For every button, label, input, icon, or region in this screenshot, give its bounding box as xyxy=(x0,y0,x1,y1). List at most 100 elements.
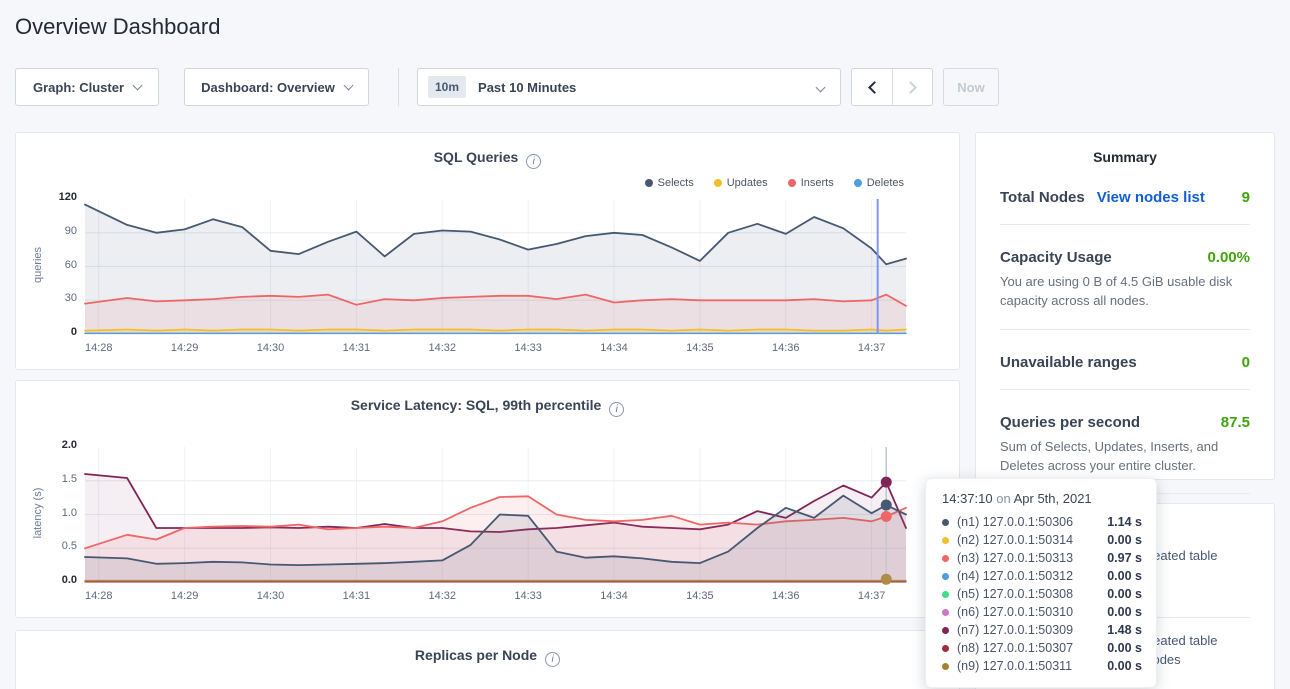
tooltip-node: (n2) 127.0.0.1:50314 xyxy=(957,533,1101,547)
time-range-badge: 10m xyxy=(428,76,466,98)
chevron-down-icon xyxy=(133,80,143,90)
dashboard-dropdown-label: Dashboard: Overview xyxy=(201,80,335,95)
node-color-dot xyxy=(942,519,949,526)
tooltip-value: 0.00 s xyxy=(1107,587,1142,601)
tooltip-node: (n4) 127.0.0.1:50312 xyxy=(957,569,1101,583)
chevron-down-icon xyxy=(816,83,826,93)
x-axis-tick: 14:36 xyxy=(766,342,806,354)
controls-divider xyxy=(398,68,399,106)
legend-item-inserts[interactable]: Inserts xyxy=(788,177,834,189)
capacity-usage-desc: You are using 0 B of 4.5 GiB usable disk… xyxy=(1000,273,1250,311)
tooltip-timestamp: 14:37:10 on Apr 5th, 2021 xyxy=(942,491,1142,506)
tooltip-node: (n1) 127.0.0.1:50306 xyxy=(957,515,1101,529)
capacity-usage-value: 0.00% xyxy=(1207,249,1250,266)
x-axis-tick: 14:34 xyxy=(594,342,634,354)
node-color-dot xyxy=(942,645,949,652)
dashboard-dropdown[interactable]: Dashboard: Overview xyxy=(184,68,369,106)
replicas-per-node-card: Replicas per Nodei xyxy=(15,630,960,689)
x-axis-tick: 14:32 xyxy=(422,590,462,602)
legend-label: Updates xyxy=(727,177,768,189)
qps-desc: Sum of Selects, Updates, Inserts, and De… xyxy=(1000,438,1250,476)
node-color-dot xyxy=(942,555,949,562)
x-axis-tick: 14:29 xyxy=(165,590,205,602)
chart-legend: Selects Updates Inserts Deletes xyxy=(625,177,904,189)
node-color-dot xyxy=(942,627,949,634)
info-icon[interactable]: i xyxy=(609,402,624,417)
y-axis-label: latency (s) xyxy=(32,453,44,573)
tooltip-node: (n7) 127.0.0.1:50309 xyxy=(957,623,1101,637)
overview-dashboard-page: Overview Dashboard Graph: Cluster Dashbo… xyxy=(0,0,1290,689)
sql-queries-plot[interactable]: 14:2814:2914:3014:3114:3214:3314:3414:35… xyxy=(85,199,906,334)
summary-row-qps: Queries per second 87.5 xyxy=(1000,414,1250,431)
tooltip-value: 1.14 s xyxy=(1107,515,1142,529)
y-axis-tick: 0 xyxy=(35,326,77,338)
summary-row-total-nodes: Total Nodes View nodes list 9 xyxy=(1000,189,1250,206)
graph-dropdown-label: Graph: Cluster xyxy=(33,80,124,95)
x-axis-tick: 14:37 xyxy=(852,590,892,602)
tooltip-value: 0.00 s xyxy=(1107,659,1142,673)
x-axis-tick: 14:34 xyxy=(594,590,634,602)
time-next-button[interactable] xyxy=(892,69,932,105)
tooltip-row: (n6) 127.0.0.1:503100.00 s xyxy=(942,603,1142,621)
legend-dot xyxy=(645,179,653,187)
y-axis-tick: 120 xyxy=(35,191,77,203)
legend-dot xyxy=(714,179,722,187)
tooltip-node: (n8) 127.0.0.1:50307 xyxy=(957,641,1101,655)
x-axis-tick: 14:31 xyxy=(336,342,376,354)
legend-item-selects[interactable]: Selects xyxy=(645,177,694,189)
y-axis-tick: 2.0 xyxy=(35,439,77,451)
service-latency-card: Service Latency: SQL, 99th percentilei 1… xyxy=(15,380,960,618)
chevron-down-icon xyxy=(343,80,353,90)
summary-row-capacity: Capacity Usage 0.00% xyxy=(1000,249,1250,266)
divider xyxy=(1000,329,1250,330)
service-latency-plot[interactable]: 14:2814:2914:3014:3114:3214:3314:3414:35… xyxy=(85,447,906,582)
tooltip-row: (n1) 127.0.0.1:50306 1.14 s xyxy=(942,513,1142,531)
legend-item-updates[interactable]: Updates xyxy=(714,177,768,189)
node-color-dot xyxy=(942,537,949,544)
y-axis-tick: 0.0 xyxy=(35,574,77,586)
divider xyxy=(1000,224,1250,225)
y-axis-label: queries xyxy=(32,205,44,325)
summary-title: Summary xyxy=(976,133,1274,165)
info-icon[interactable]: i xyxy=(545,652,560,667)
graph-dropdown[interactable]: Graph: Cluster xyxy=(15,68,159,106)
summary-row-unavailable: Unavailable ranges 0 xyxy=(1000,354,1250,371)
tooltip-row: (n4) 127.0.0.1:50312 0.00 s xyxy=(942,567,1142,585)
time-prev-button[interactable] xyxy=(852,69,892,105)
latency-tooltip: 14:37:10 on Apr 5th, 2021 (n1) 127.0.0.1… xyxy=(925,478,1157,688)
tooltip-value: 0.00 s xyxy=(1107,569,1142,583)
legend-item-deletes[interactable]: Deletes xyxy=(854,177,904,189)
x-axis-tick: 14:36 xyxy=(766,590,806,602)
sql-queries-title: SQL Queriesi xyxy=(16,133,959,169)
tooltip-value: 1.48 s xyxy=(1107,623,1142,637)
service-latency-title: Service Latency: SQL, 99th percentilei xyxy=(16,381,959,417)
tooltip-node: (n3) 127.0.0.1:50313 xyxy=(957,551,1101,565)
x-axis-tick: 14:28 xyxy=(79,590,119,602)
legend-dot xyxy=(854,179,862,187)
info-icon[interactable]: i xyxy=(526,154,541,169)
tooltip-node: (n9) 127.0.0.1:50311 xyxy=(957,659,1101,673)
tooltip-row: (n3) 127.0.0.1:50313 0.97 s xyxy=(942,549,1142,567)
service-latency-svg xyxy=(85,447,906,582)
x-axis-tick: 14:28 xyxy=(79,342,119,354)
legend-dot xyxy=(788,179,796,187)
divider xyxy=(1000,389,1250,390)
node-color-dot xyxy=(942,663,949,670)
tooltip-value: 0.97 s xyxy=(1107,551,1142,565)
dashboard-controls: Graph: Cluster Dashboard: Overview 10m P… xyxy=(15,68,999,106)
time-range-dropdown[interactable]: 10m Past 10 Minutes xyxy=(417,68,841,106)
page-title: Overview Dashboard xyxy=(15,14,220,40)
node-color-dot xyxy=(942,573,949,580)
x-axis-tick: 14:29 xyxy=(165,342,205,354)
x-axis-tick: 14:33 xyxy=(508,590,548,602)
x-axis-tick: 14:30 xyxy=(250,590,290,602)
x-axis-tick: 14:35 xyxy=(680,342,720,354)
legend-label: Inserts xyxy=(801,177,834,189)
now-button[interactable]: Now xyxy=(943,68,999,106)
tooltip-node: (n6) 127.0.0.1:50310 xyxy=(957,605,1101,619)
view-nodes-list-link[interactable]: View nodes list xyxy=(1097,189,1205,206)
x-axis-tick: 14:31 xyxy=(336,590,376,602)
tooltip-value: 0.00 s xyxy=(1107,533,1142,547)
qps-value: 87.5 xyxy=(1221,414,1250,431)
sql-queries-svg xyxy=(85,199,906,334)
